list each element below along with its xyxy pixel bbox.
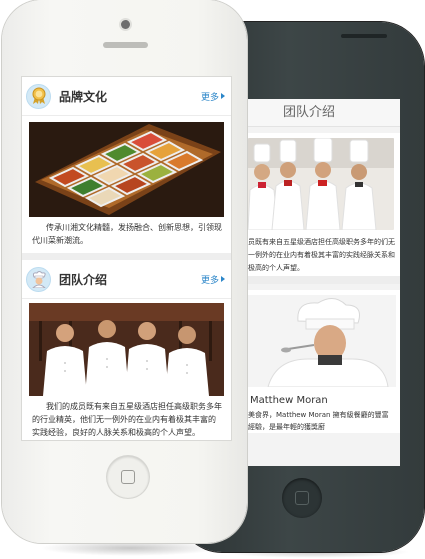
team-intro-title: 团队介绍 [59,272,108,287]
dishes-tray-illustration [29,122,224,217]
team-intro-header: 团队介绍 更多 [22,260,231,299]
team-intro-card: 团队介绍 更多 我们的成员既有来自五星级酒店担任高级职务多年的行业精英，他们无一… [22,260,231,440]
white-phone-speaker [103,42,148,48]
team-intro-more-link[interactable]: 更多 [201,273,225,286]
chef-group-illustration [248,138,394,230]
award-ribbon-icon [26,83,51,109]
white-phone-body: 品牌文化 更多 传承川湘文化精髓，发扬融合、创新思想，引领现代川菜新潮流。 团队… [2,0,247,543]
team-photo [29,303,224,396]
dark-phone-home-button[interactable] [282,478,322,518]
dark-screen-chef-name: Matthew Moran [250,395,328,406]
dishes-photo [29,122,224,217]
card-divider [22,253,231,260]
arrow-right-icon [221,276,225,282]
chef-tasting-illustration [248,295,396,387]
dark-screen-chef-bio: 美食界，Matthew Moran 擁有級餐廳的豐富經驗，是最年輕的獲獎廚 [248,411,389,431]
arrow-right-icon [221,93,225,99]
dark-screen-team-text: 员既有来自五星级酒店担任高级职务多年的们无一例外的在业内有着极其丰富的实践经脉关… [248,238,395,272]
brand-culture-more-label: 更多 [200,92,219,103]
white-phone-home-button[interactable] [107,456,149,498]
white-phone-camera [121,20,130,29]
brand-culture-card: 品牌文化 更多 传承川湘文化精髓，发扬融合、创新思想，引领现代川菜新潮流。 [22,77,231,253]
dark-screen-chef-photo [248,295,396,387]
chef-team-illustration [29,303,224,396]
brand-culture-title: 品牌文化 [59,89,108,104]
dark-phone-speaker [341,34,387,38]
brand-culture-header: 品牌文化 更多 [22,77,231,116]
brand-culture-description: 传承川湘文化精髓，发扬融合、创新思想，引领现代川菜新潮流。 [32,223,222,245]
brand-culture-more-link[interactable]: 更多 [201,90,225,103]
chef-icon [26,266,51,292]
dark-screen-chefs-photo [248,138,394,230]
team-intro-more-label: 更多 [200,275,219,286]
white-phone-screen: 品牌文化 更多 传承川湘文化精髓，发扬融合、创新思想，引领现代川菜新潮流。 团队… [21,76,232,441]
team-intro-description: 我们的成员既有来自五星级酒店担任高级职务多年的行业精英，他们无一例外的在业内有着… [32,402,222,437]
